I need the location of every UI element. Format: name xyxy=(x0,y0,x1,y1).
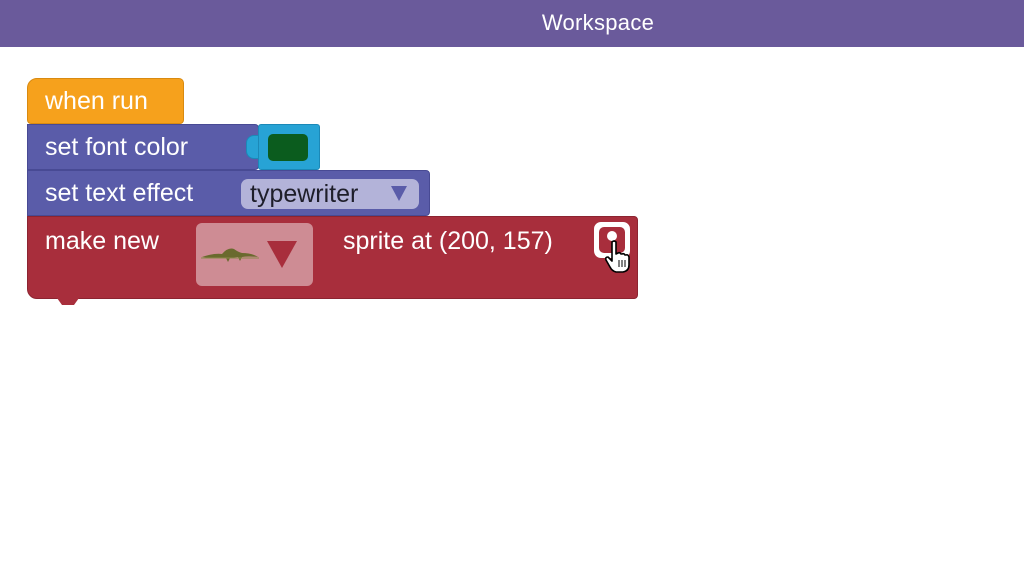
when-run-label: when run xyxy=(45,87,148,115)
text-effect-dropdown[interactable]: typewriter xyxy=(241,179,419,209)
text-effect-value: typewriter xyxy=(250,180,359,208)
chevron-down-icon xyxy=(391,186,407,201)
color-swatch[interactable] xyxy=(268,134,308,161)
set-font-color-block[interactable]: set font color xyxy=(27,124,259,170)
chevron-down-icon xyxy=(267,241,297,268)
workspace-canvas[interactable]: when run set font color set text effect … xyxy=(0,47,1024,574)
when-run-block[interactable]: when run xyxy=(27,78,184,124)
sprite-at-label: sprite at (200, 157) xyxy=(343,227,553,255)
costume-dropdown[interactable] xyxy=(196,223,313,286)
header-bar: Workspace xyxy=(0,0,1024,47)
page-title: Workspace xyxy=(541,10,655,35)
block-connector-notch xyxy=(57,298,79,305)
hand-cursor-icon xyxy=(604,240,630,273)
set-font-color-label: set font color xyxy=(45,133,189,161)
make-new-label: make new xyxy=(45,227,159,255)
dinosaur-icon xyxy=(201,248,259,262)
make-new-sprite-block[interactable]: make new sprite at (200, 157) xyxy=(27,216,638,299)
set-text-effect-label: set text effect xyxy=(45,179,194,207)
